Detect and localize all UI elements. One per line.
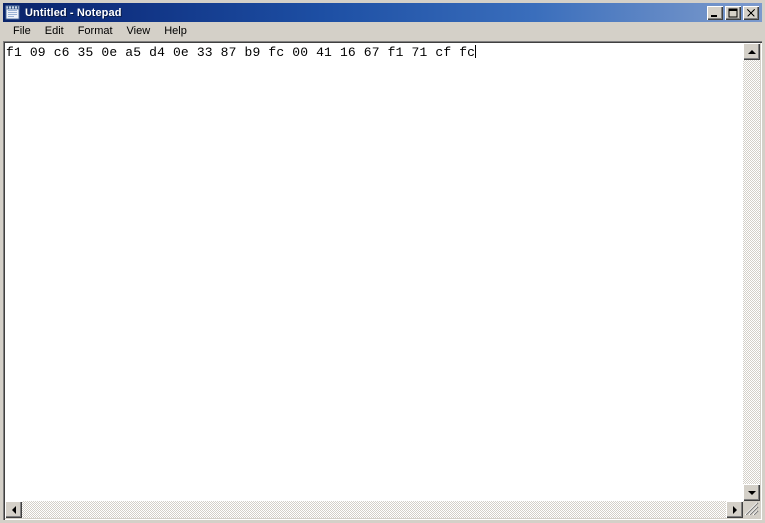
scroll-down-arrow-icon [747, 490, 756, 495]
menu-item-format[interactable]: Format [71, 23, 120, 40]
text-caret [475, 45, 477, 58]
notepad-icon [5, 5, 21, 20]
scroll-right-arrow-icon [732, 505, 737, 514]
menu-item-help[interactable]: Help [157, 23, 194, 40]
notepad-window: Untitled - Notepad File Edit Format View… [0, 0, 765, 523]
window-title: Untitled - Notepad [25, 6, 122, 19]
minimize-icon [707, 6, 723, 20]
scroll-left-button[interactable] [5, 501, 22, 518]
horizontal-scrollbar[interactable] [5, 501, 743, 518]
scroll-right-button[interactable] [726, 501, 743, 518]
scroll-down-button[interactable] [743, 484, 760, 501]
maximize-button[interactable] [725, 5, 741, 20]
vertical-scroll-track[interactable] [743, 60, 760, 484]
text-editor[interactable]: f1 09 c6 35 0e a5 d4 0e 33 87 b9 fc 00 4… [5, 43, 743, 501]
scroll-up-arrow-icon [747, 49, 756, 54]
editor-content: f1 09 c6 35 0e a5 d4 0e 33 87 b9 fc 00 4… [6, 45, 476, 60]
scroll-left-arrow-icon [11, 505, 16, 514]
menu-bar: File Edit Format View Help [3, 22, 762, 41]
minimize-button[interactable] [707, 5, 723, 20]
resize-grip[interactable] [743, 501, 760, 518]
editor-frame: f1 09 c6 35 0e a5 d4 0e 33 87 b9 fc 00 4… [3, 41, 762, 520]
menu-item-file[interactable]: File [6, 23, 38, 40]
vertical-scrollbar[interactable] [743, 43, 760, 501]
editor-line: f1 09 c6 35 0e a5 d4 0e 33 87 b9 fc 00 4… [6, 45, 477, 60]
window-controls [707, 5, 759, 20]
menu-item-view[interactable]: View [120, 23, 158, 40]
close-button[interactable] [743, 5, 759, 20]
menu-item-edit[interactable]: Edit [38, 23, 71, 40]
resize-grip-icon [744, 502, 759, 516]
maximize-icon [725, 6, 741, 20]
close-icon [743, 6, 759, 20]
horizontal-scroll-track[interactable] [22, 501, 726, 518]
scroll-up-button[interactable] [743, 43, 760, 60]
client-area: f1 09 c6 35 0e a5 d4 0e 33 87 b9 fc 00 4… [3, 41, 762, 520]
title-bar[interactable]: Untitled - Notepad [3, 3, 762, 22]
